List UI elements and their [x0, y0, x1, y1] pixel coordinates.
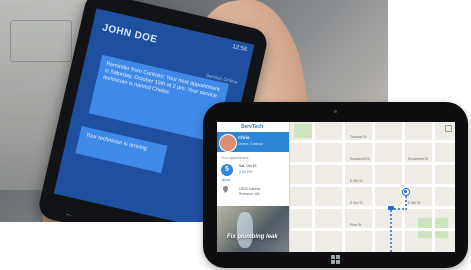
water-stream [237, 212, 253, 248]
address-line-1: 18000 Address [239, 187, 261, 191]
appointment-address[interactable]: 18000 Address Redmond, WA [239, 187, 260, 196]
route-dot [398, 208, 400, 210]
days-badge: 5 [221, 164, 233, 176]
map-street [312, 122, 315, 252]
avatar [219, 134, 237, 152]
days-label: DAYS [222, 178, 231, 182]
street-label: E 4th St [350, 179, 363, 183]
street-label: E 3rd St [350, 201, 363, 205]
contact-card[interactable]: Chris Owner, Contoso [217, 132, 289, 152]
route-dot [390, 218, 392, 220]
route-dot [390, 238, 392, 240]
route-dot [402, 208, 404, 210]
route-dot [405, 196, 407, 198]
street-label: Roosevelt St [408, 157, 428, 161]
route-dot [390, 234, 392, 236]
destination-pin-icon[interactable] [402, 188, 410, 196]
phone-status-time: 12:55 [231, 43, 248, 54]
location-pin-icon [223, 186, 228, 193]
route-dot [390, 222, 392, 224]
route-dot [390, 250, 392, 252]
address-line-2: Redmond, WA [239, 191, 260, 196]
map-park [294, 124, 312, 138]
street-label: Tacoma St [350, 135, 367, 139]
service-image[interactable]: Fix plumbing leak [217, 206, 289, 252]
app-title: ServTech [241, 124, 264, 130]
map-street [372, 122, 375, 252]
route-dot [390, 226, 392, 228]
section-label: Your Appointment [221, 156, 249, 160]
appointment-date: Sat, Oct 15 [239, 164, 257, 168]
route-dot [405, 200, 407, 202]
street-label: Roosevelt St [350, 157, 370, 161]
tablet-screen: ServTech Chris Owner, Contoso Your Appoi… [217, 122, 455, 252]
map-street [402, 122, 405, 252]
map-layers-icon[interactable] [445, 125, 452, 132]
street-label: Pine St [350, 223, 362, 227]
route-dot [390, 246, 392, 248]
appointment-panel: ServTech Chris Owner, Contoso Your Appoi… [217, 122, 290, 252]
route-dot [405, 204, 407, 206]
appointment-time: 2:00 PM [239, 170, 253, 174]
route-dot [390, 230, 392, 232]
back-arrow-icon[interactable]: ← [64, 208, 75, 221]
route-dot [390, 242, 392, 244]
route-dot [405, 208, 407, 210]
camera-icon [334, 110, 337, 113]
contact-name: Chris [238, 135, 250, 140]
map-street [342, 122, 345, 252]
map-street [432, 122, 435, 252]
service-caption: Fix plumbing leak [227, 234, 278, 240]
tablet-device: ServTech Chris Owner, Contoso Your Appoi… [203, 102, 468, 268]
route-dot [390, 210, 392, 212]
route-dot [390, 214, 392, 216]
route-dot [394, 208, 396, 210]
technician-car-icon[interactable] [388, 206, 394, 210]
contact-role: Owner, Contoso [238, 142, 264, 146]
message-bubble-arriving[interactable]: Your technician is arriving [75, 126, 168, 174]
windows-icon[interactable] [331, 255, 341, 265]
phone-contact-name: JOHN DOE [101, 22, 159, 46]
map-view[interactable]: Tacoma St Roosevelt St Roosevelt St E 4t… [290, 122, 455, 252]
street-label: E 5th St [408, 201, 421, 205]
